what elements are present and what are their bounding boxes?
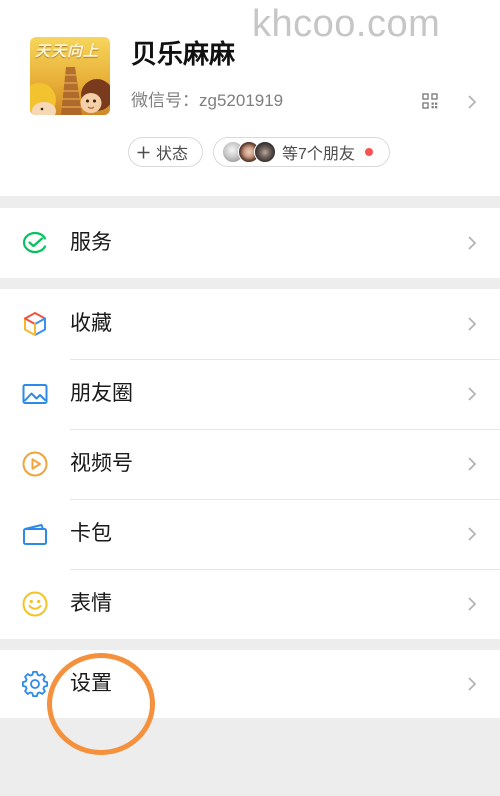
menu-group-settings: 设置 xyxy=(0,650,500,718)
menu-item-favorites[interactable]: 收藏 xyxy=(0,289,500,359)
sticker-smiley-icon xyxy=(22,591,48,617)
menu-group-main: 收藏 朋友圈 视频号 卡包 表情 xyxy=(0,289,500,639)
menu-item-moments[interactable]: 朋友圈 xyxy=(0,359,500,429)
plus-icon xyxy=(137,146,150,158)
menu-item-channels[interactable]: 视频号 xyxy=(0,429,500,499)
qr-code-icon[interactable] xyxy=(422,93,438,109)
channels-play-icon xyxy=(22,451,48,477)
card-wallet-icon xyxy=(23,524,47,545)
menu-item-label: 服务 xyxy=(70,231,112,254)
chevron-right-icon xyxy=(468,317,477,331)
menu-item-label: 朋友圈 xyxy=(70,382,133,405)
menu-item-label: 收藏 xyxy=(70,312,112,335)
avatar[interactable]: 天天向上 xyxy=(30,37,110,115)
favorites-cube-icon xyxy=(24,312,46,336)
chevron-right-icon xyxy=(468,677,477,691)
settings-gear-icon xyxy=(21,670,49,698)
status-label: 状态 xyxy=(156,146,189,163)
menu-group-services: 服务 xyxy=(0,208,500,278)
friends-status-button[interactable]: 等7个朋友 xyxy=(213,137,390,167)
moments-picture-icon xyxy=(22,384,48,404)
menu-item-stickers[interactable]: 表情 xyxy=(0,569,500,639)
menu-item-label: 设置 xyxy=(70,672,112,695)
menu-item-label: 表情 xyxy=(70,592,112,615)
friend-avatars xyxy=(222,141,276,163)
unread-dot xyxy=(364,148,373,156)
menu-item-label: 视频号 xyxy=(70,452,133,475)
friends-status-label: 等7个朋友 xyxy=(282,146,355,163)
profile-name: 贝乐麻麻 xyxy=(131,39,236,69)
wechat-id: 微信号：zg5201919 xyxy=(131,91,284,110)
avatar-caption: 天天向上 xyxy=(35,42,100,60)
menu-item-settings[interactable]: 设置 xyxy=(0,650,500,718)
chevron-right-icon xyxy=(468,527,477,541)
menu-item-card-wallet[interactable]: 卡包 xyxy=(0,499,500,569)
chevron-right-icon xyxy=(468,457,477,471)
menu-item-label: 卡包 xyxy=(70,522,112,545)
menu-item-services[interactable]: 服务 xyxy=(0,208,500,278)
add-status-button[interactable]: 状态 xyxy=(128,137,203,167)
profile-header[interactable]: 天天向上 贝乐麻麻 微信号：zg5201919 状态 等7个朋友 xyxy=(0,0,500,196)
chevron-right-icon xyxy=(468,236,477,250)
chevron-right-icon xyxy=(468,95,477,109)
chevron-right-icon xyxy=(468,387,477,401)
wechat-pay-service-icon xyxy=(22,231,47,254)
friend-avatar-icon xyxy=(254,141,276,163)
chevron-right-icon xyxy=(468,597,477,611)
